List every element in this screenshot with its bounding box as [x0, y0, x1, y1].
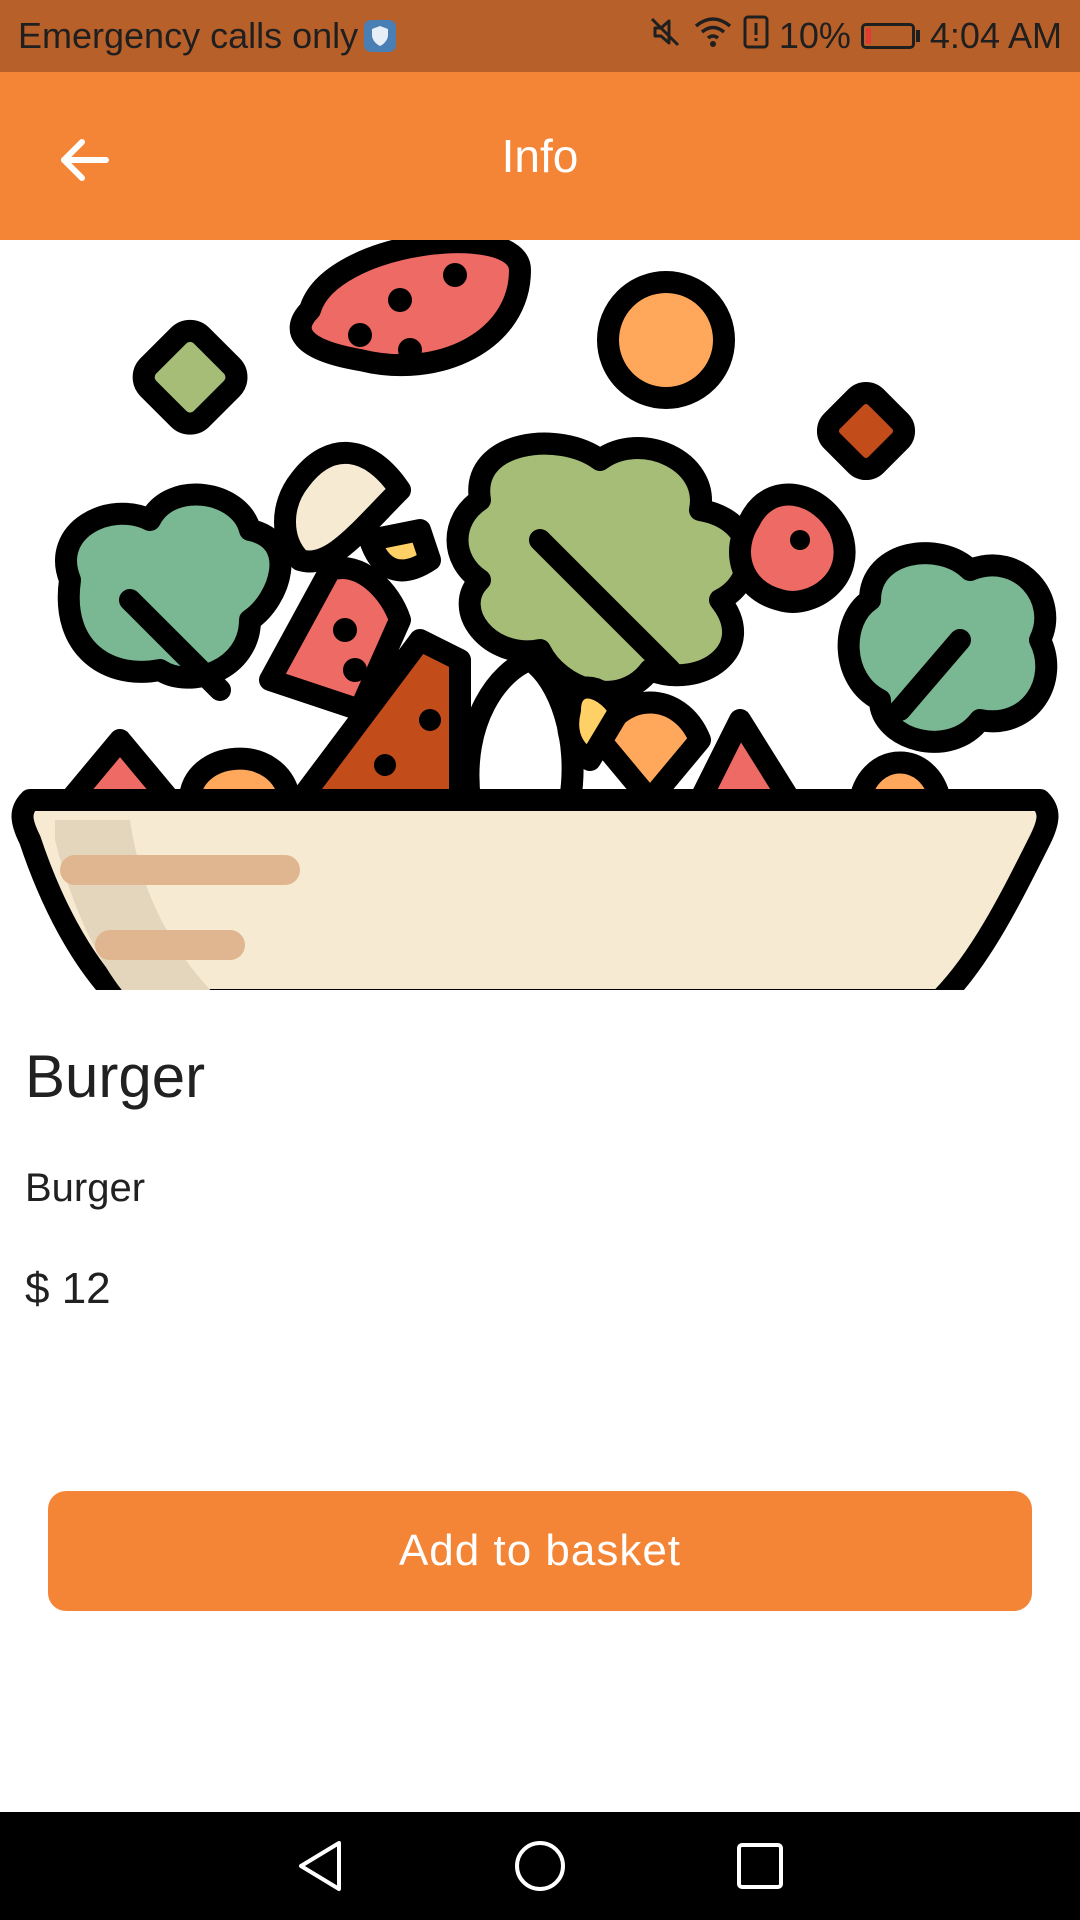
nav-recents-button[interactable] — [730, 1836, 790, 1896]
back-button[interactable] — [46, 122, 122, 198]
back-triangle-icon — [299, 1841, 341, 1891]
system-nav-bar — [0, 1812, 1080, 1920]
recents-square-icon — [737, 1843, 783, 1889]
mute-icon — [647, 14, 683, 59]
nav-back-button[interactable] — [290, 1836, 350, 1896]
shield-icon — [364, 20, 397, 52]
battery-percent: 10% — [778, 15, 851, 56]
product-name: Burger — [25, 1043, 206, 1110]
alert-icon — [743, 14, 769, 59]
battery-icon — [860, 23, 920, 49]
home-circle-icon — [515, 1841, 565, 1891]
nav-home-button[interactable] — [510, 1836, 570, 1896]
product-description: Burger — [25, 1166, 146, 1210]
product-image — [0, 240, 1080, 990]
product-price: $ 12 — [25, 1264, 111, 1313]
clock: 4:04 AM — [929, 15, 1062, 56]
status-right: 10% 4:04 AM — [647, 14, 1062, 59]
page-title: Info — [501, 130, 579, 182]
status-left: Emergency calls only — [18, 15, 397, 57]
salad-bowl-illustration — [11, 240, 1059, 990]
app-bar: Info — [0, 72, 1080, 240]
wifi-icon — [693, 14, 733, 59]
arrow-back-icon — [61, 139, 109, 181]
carrier-text: Emergency calls only — [18, 15, 359, 56]
add-to-basket-button[interactable]: Add to basket — [48, 1491, 1032, 1611]
status-bar: Emergency calls only 10% 4:04 AM — [0, 0, 1080, 72]
